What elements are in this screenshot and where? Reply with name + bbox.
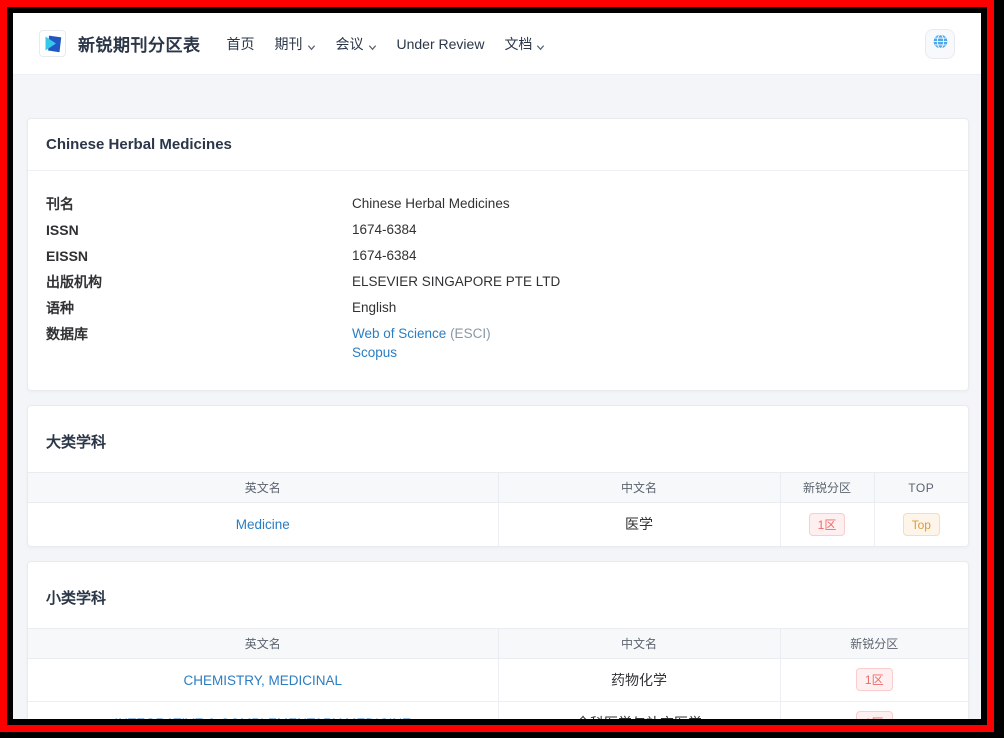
minor-categories-table: 英文名 中文名 新锐分区 CHEMISTRY, MEDICINAL 药物化学 1…	[28, 628, 968, 720]
col-header-chinese-name: 中文名	[498, 473, 780, 503]
detail-row-publisher: 出版机构 ELSEVIER SINGAPORE PTE LTD	[46, 272, 950, 292]
web-of-science-link[interactable]: Web of Science	[352, 326, 446, 341]
annotation-red-frame: 新锐期刊分区表 首页 期刊 会议 Under Review	[0, 0, 994, 732]
category-chinese-name: 药物化学	[498, 658, 780, 701]
field-label: 刊名	[46, 194, 352, 214]
partition-badge: 1区	[856, 711, 893, 719]
journal-card-header: Chinese Herbal Medicines	[28, 119, 968, 171]
partition-badge: 1区	[809, 513, 846, 536]
nav-item-under-review[interactable]: Under Review	[387, 28, 495, 60]
table-row: CHEMISTRY, MEDICINAL 药物化学 1区	[28, 658, 968, 701]
col-header-top: TOP	[874, 473, 968, 503]
detail-row-language: 语种 English	[46, 298, 950, 318]
minor-categories-title: 小类学科	[28, 562, 968, 628]
chevron-down-icon	[368, 39, 377, 48]
category-link[interactable]: INTEGRATIVE & COMPLEMENTARY MEDICINE	[114, 716, 411, 719]
field-label: ISSN	[46, 220, 352, 240]
major-categories-table: 英文名 中文名 新锐分区 TOP Medicine 医学 1区 Top	[28, 472, 968, 546]
col-header-english-name: 英文名	[28, 628, 498, 658]
field-value: English	[352, 298, 396, 318]
table-row: Medicine 医学 1区 Top	[28, 503, 968, 546]
category-link[interactable]: Medicine	[236, 517, 290, 532]
field-label: 出版机构	[46, 272, 352, 292]
globe-icon	[932, 33, 949, 55]
journal-detail-body: 刊名 Chinese Herbal Medicines ISSN 1674-63…	[28, 171, 968, 390]
field-label: 语种	[46, 298, 352, 318]
navbar: 新锐期刊分区表 首页 期刊 会议 Under Review	[13, 13, 981, 75]
major-categories-card: 大类学科 英文名 中文名 新锐分区 TOP Medicine 医学 1区 Top	[27, 405, 969, 547]
detail-row-issn: ISSN 1674-6384	[46, 220, 950, 240]
field-label: EISSN	[46, 246, 352, 266]
nav-item-conferences[interactable]: 会议	[326, 26, 387, 62]
field-value: ELSEVIER SINGAPORE PTE LTD	[352, 272, 560, 292]
main-content: Chinese Herbal Medicines 刊名 Chinese Herb…	[13, 75, 981, 719]
field-value: 1674-6384	[352, 246, 417, 266]
minor-categories-card: 小类学科 英文名 中文名 新锐分区 CHEMISTRY, MEDICINAL 药…	[27, 561, 969, 720]
app-title: 新锐期刊分区表	[78, 31, 201, 56]
nav-item-label: 文档	[504, 34, 532, 54]
table-header-row: 英文名 中文名 新锐分区	[28, 628, 968, 658]
database-suffix: (ESCI)	[446, 326, 490, 341]
journal-title: Chinese Herbal Medicines	[46, 136, 232, 153]
top-badge: Top	[903, 513, 940, 536]
language-switch-button[interactable]	[925, 29, 955, 59]
nav-item-label: 首页	[227, 34, 255, 54]
nav-menu: 首页 期刊 会议 Under Review 文档	[217, 26, 556, 62]
journal-info-card: Chinese Herbal Medicines 刊名 Chinese Herb…	[27, 118, 969, 391]
detail-row-eissn: EISSN 1674-6384	[46, 246, 950, 266]
partition-badge: 1区	[856, 668, 893, 691]
detail-row-database: 数据库 Web of Science (ESCI) Scopus	[46, 324, 950, 362]
table-row: INTEGRATIVE & COMPLEMENTARY MEDICINE 全科医…	[28, 701, 968, 719]
database-links: Web of Science (ESCI) Scopus	[352, 324, 491, 362]
category-link[interactable]: CHEMISTRY, MEDICINAL	[183, 673, 342, 688]
app-logo-icon	[39, 30, 66, 57]
nav-item-label: Under Review	[397, 36, 485, 52]
col-header-chinese-name: 中文名	[498, 628, 780, 658]
field-label: 数据库	[46, 324, 352, 362]
nav-item-label: 会议	[336, 34, 364, 54]
field-value: Chinese Herbal Medicines	[352, 194, 510, 214]
chevron-down-icon	[536, 39, 545, 48]
field-value: 1674-6384	[352, 220, 417, 240]
app-page: 新锐期刊分区表 首页 期刊 会议 Under Review	[13, 13, 981, 719]
col-header-partition: 新锐分区	[780, 473, 874, 503]
detail-row-name: 刊名 Chinese Herbal Medicines	[46, 194, 950, 214]
screenshot-canvas: 新锐期刊分区表 首页 期刊 会议 Under Review	[0, 0, 1004, 738]
nav-item-home[interactable]: 首页	[217, 26, 265, 62]
nav-item-journals[interactable]: 期刊	[265, 26, 326, 62]
major-categories-title: 大类学科	[28, 406, 968, 472]
col-header-partition: 新锐分区	[780, 628, 968, 658]
scopus-link[interactable]: Scopus	[352, 345, 397, 360]
col-header-english-name: 英文名	[28, 473, 498, 503]
category-chinese-name: 医学	[498, 503, 780, 546]
table-header-row: 英文名 中文名 新锐分区 TOP	[28, 473, 968, 503]
nav-item-docs[interactable]: 文档	[494, 26, 555, 62]
chevron-down-icon	[307, 39, 316, 48]
category-chinese-name: 全科医学与补充医学	[498, 701, 780, 719]
nav-item-label: 期刊	[275, 34, 303, 54]
brand[interactable]: 新锐期刊分区表	[39, 30, 201, 57]
